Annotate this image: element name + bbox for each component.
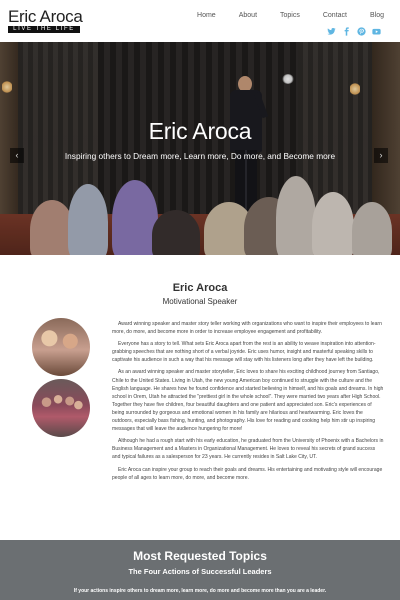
topics-title: Most Requested Topics <box>133 549 267 563</box>
twitter-icon[interactable] <box>327 27 336 36</box>
about-bio: Award winning speaker and master story t… <box>112 320 384 486</box>
family-photo <box>32 379 90 437</box>
pinterest-icon[interactable] <box>357 27 366 36</box>
bio-paragraph: Award winning speaker and master story t… <box>112 321 382 336</box>
about-name: Eric Aroca <box>172 282 228 294</box>
bio-paragraph: Everyone has a story to tell. What sets … <box>112 341 376 364</box>
couple-photo <box>32 318 90 376</box>
facebook-icon[interactable] <box>342 27 351 36</box>
main-nav: Home About Topics Contact Blog <box>174 12 384 19</box>
site-logo[interactable]: Eric Aroca LIVE THE LIFE <box>8 7 83 33</box>
bio-paragraph: Eric Aroca can inspire your group to rea… <box>112 466 383 481</box>
topics-section: Most Requested Topics The Four Actions o… <box>0 540 400 600</box>
slider-prev-button[interactable]: ‹ <box>10 148 24 163</box>
logo-tagline: LIVE THE LIFE <box>8 26 80 33</box>
hero-banner: Eric Aroca Inspiring others to Dream mor… <box>0 42 400 255</box>
site-header: Eric Aroca LIVE THE LIFE Home About Topi… <box>0 0 400 42</box>
topics-note: If your actions inspire others to dream … <box>73 588 327 594</box>
nav-topics[interactable]: Topics <box>280 12 300 19</box>
topics-subtitle: The Four Actions of Successful Leaders <box>128 567 272 576</box>
logo-name: Eric Aroca <box>8 7 83 26</box>
about-role: Motivational Speaker <box>162 297 238 306</box>
nav-home[interactable]: Home <box>197 12 216 19</box>
nav-about[interactable]: About <box>239 12 257 19</box>
nav-blog[interactable]: Blog <box>370 12 384 19</box>
social-links <box>327 27 381 36</box>
youtube-icon[interactable] <box>372 27 381 36</box>
bio-paragraph: Although he had a rough start with his e… <box>112 438 384 461</box>
hero-title: Eric Aroca <box>148 118 252 144</box>
nav-contact[interactable]: Contact <box>323 12 347 19</box>
hero-subtitle: Inspiring others to Dream more, Learn mo… <box>64 151 336 161</box>
bio-paragraph: As an award winning speaker and master s… <box>112 369 384 433</box>
slider-next-button[interactable]: › <box>374 148 388 163</box>
